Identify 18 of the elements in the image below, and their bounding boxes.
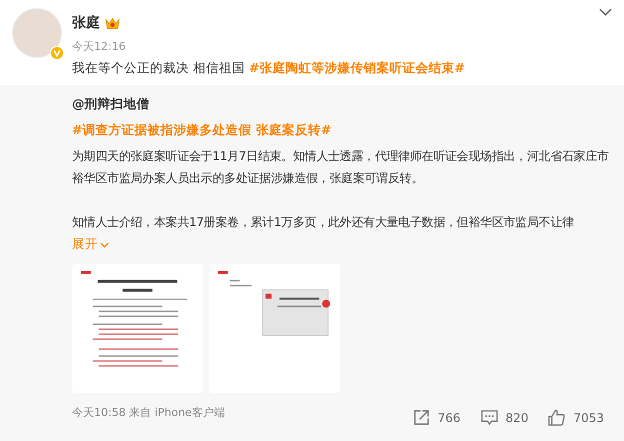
chevron-down-icon[interactable] [599,8,612,16]
chevron-down-icon [100,242,109,248]
post-source: 今天10:58 来自 iPhone客户端 [72,405,225,420]
repost-paragraph: 知情人士介绍，本案共17册案卷，累计1万多页，此外还有大量电子数据，但裕华区市监局不让律 [72,214,575,231]
verified-badge-icon [50,46,64,60]
post-time[interactable]: 今天12:16 [72,39,465,54]
comment-button[interactable]: 820 [480,409,528,426]
document-image[interactable] [72,264,203,393]
like-button[interactable]: 7053 [548,409,604,426]
post-text: 我在等个公正的裁决 相信祖国 #张庭陶虹等涉嫌传销案听证会结束# [72,59,465,77]
comment-icon [480,409,498,426]
thumbs-up-icon [548,409,566,426]
repost-paragraph: 为期四天的张庭案听证会于11月7日结束。知情人士透露，代理律师在听证会现场指出，河北省石家庄市裕华区市监局办案人员出示的多处证据涉嫌造假，张庭案可谓反转。 [72,148,610,187]
author-name[interactable]: 张庭 [72,14,100,32]
repost-author-link[interactable]: @刑辩扫地僧 [72,96,150,113]
share-icon [412,409,430,426]
share-button[interactable]: 766 [412,409,461,426]
crown-icon [105,16,120,30]
